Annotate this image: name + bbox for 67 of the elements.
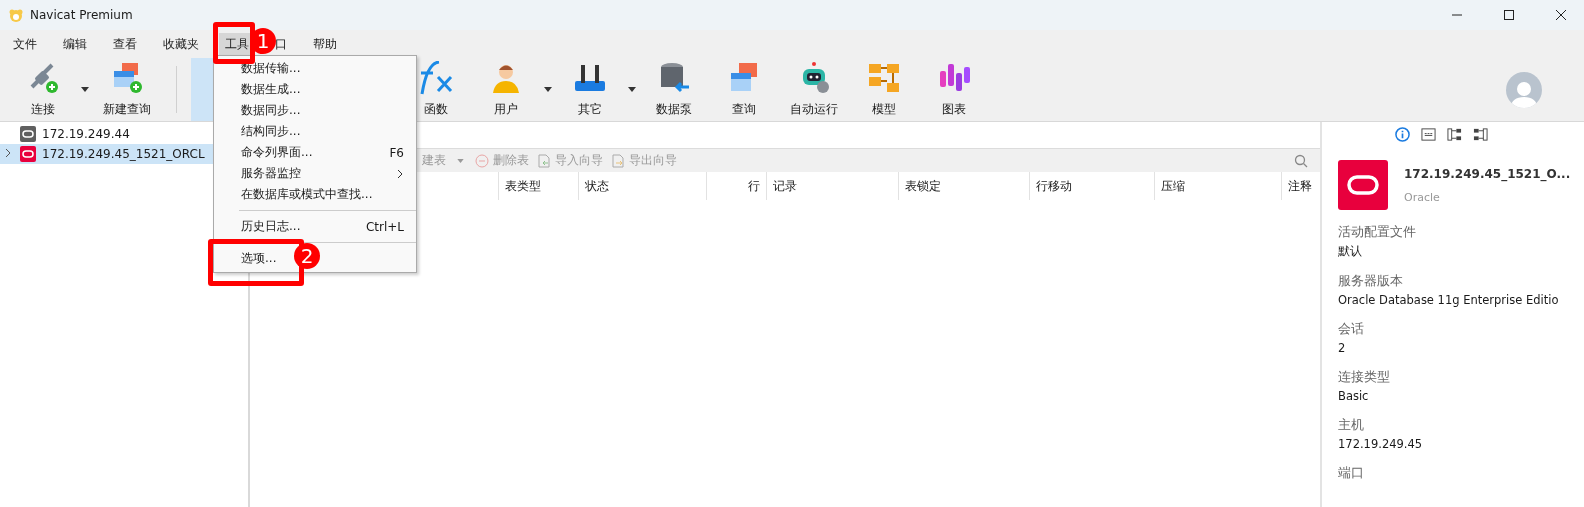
chevron-icon	[396, 168, 404, 179]
window-title: Navicat Premium	[30, 8, 134, 22]
search-icon[interactable]	[1294, 153, 1308, 168]
panel-tab[interactable]	[1472, 126, 1488, 142]
connection-type: Oracle	[1404, 190, 1441, 204]
diagram-icon	[867, 61, 901, 95]
panel-tab[interactable]	[1394, 126, 1410, 142]
app-logo-icon	[8, 7, 24, 23]
caret-icon[interactable]	[544, 87, 552, 92]
column-header[interactable]: 行移动	[1029, 172, 1154, 200]
toolbar-button[interactable]: 其它	[555, 58, 625, 121]
function-icon	[419, 61, 453, 95]
chevron-icon[interactable]	[4, 147, 12, 158]
dependency-icon	[1472, 126, 1488, 142]
field-value: 默认	[1338, 244, 1363, 259]
menu-item[interactable]: 选项...	[214, 248, 277, 269]
toolbar-button[interactable]: 用户	[471, 58, 541, 121]
toolbar-button[interactable]: 图表	[919, 58, 989, 121]
menu-item[interactable]: 数据生成...	[214, 79, 301, 100]
field-label: 会话	[1338, 321, 1365, 338]
import-icon	[537, 153, 551, 168]
menu-item[interactable]: 数据同步...	[214, 100, 301, 121]
caret-icon[interactable]	[628, 87, 636, 92]
toolbar-button[interactable]: 函数	[401, 58, 471, 121]
field-value: 172.19.249.45	[1338, 437, 1424, 451]
close-icon	[1556, 10, 1566, 20]
toolbar-button[interactable]: 自动运行	[779, 58, 849, 121]
toolbar-button[interactable]: 查询	[709, 58, 779, 121]
column-header[interactable]: 表锁定	[898, 172, 1029, 200]
maximize-icon	[1504, 10, 1514, 20]
field-label: 活动配置文件	[1338, 224, 1417, 241]
field-value: 2	[1338, 341, 1347, 355]
menu-item[interactable]: 帮助	[307, 32, 343, 56]
field-value: Basic	[1338, 389, 1370, 403]
field-value: Oracle Database 11g Enterprise Editio	[1338, 293, 1560, 307]
toolbar-button[interactable]: 连接	[8, 58, 78, 121]
column-header[interactable]: 表类型	[498, 172, 578, 200]
database-logo-icon	[1338, 160, 1388, 210]
menu-item[interactable]: 在数据库或模式中查找...	[214, 184, 373, 205]
field-label: 端口	[1338, 465, 1365, 482]
info-icon	[1394, 126, 1410, 142]
menu-item[interactable]: 结构同步...	[214, 121, 301, 142]
ddl-icon	[1420, 126, 1436, 142]
menu-item[interactable]: 查看	[107, 32, 143, 56]
menu-item[interactable]: 历史日志... Ctrl+L	[214, 216, 416, 237]
column-header[interactable]: 注释	[1281, 172, 1320, 200]
toolbar-button[interactable]: 新建查询	[92, 58, 162, 121]
menu-item[interactable]: 文件	[7, 32, 43, 56]
column-header[interactable]: 状态	[578, 172, 706, 200]
column-header[interactable]: 行	[706, 172, 766, 200]
dependency-icon	[1446, 126, 1462, 142]
minus-circle-icon	[475, 153, 489, 168]
column-header[interactable]: 记录	[766, 172, 898, 200]
panel-tab[interactable]	[1446, 126, 1462, 142]
field-label: 服务器版本	[1338, 273, 1404, 290]
connection-name: 172.19.249.45_1521_O...	[1404, 166, 1571, 181]
menu-item[interactable]: 收藏夹	[157, 32, 205, 56]
field-label: 连接类型	[1338, 369, 1391, 386]
toolbar-button[interactable]: 模型	[849, 58, 919, 121]
export-icon	[611, 153, 625, 168]
toolbar-button[interactable]: 数据泵	[639, 58, 709, 121]
column-header[interactable]: 压缩	[1154, 172, 1281, 200]
menu-item[interactable]: 服务器监控	[214, 163, 416, 184]
field-label: 主机	[1338, 417, 1365, 434]
menu-item[interactable]: 编辑	[57, 32, 93, 56]
panel-tab[interactable]	[1420, 126, 1436, 142]
caret-icon[interactable]	[81, 87, 89, 92]
